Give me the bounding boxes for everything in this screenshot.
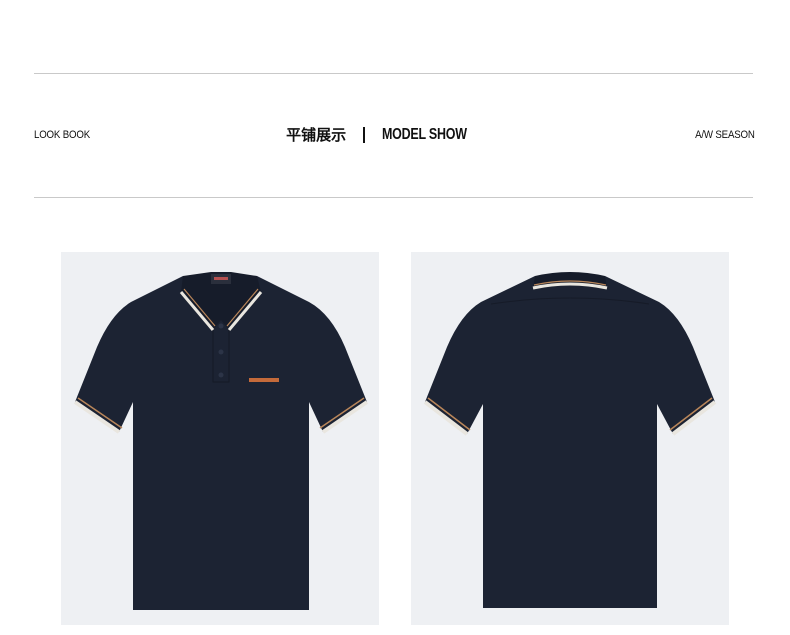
product-image-front bbox=[61, 252, 379, 625]
bottom-divider-line bbox=[34, 197, 753, 198]
section-title: 平铺展示 MODEL SHOW bbox=[0, 124, 790, 145]
product-image-back bbox=[411, 252, 729, 625]
section-title-en: MODEL SHOW bbox=[382, 125, 467, 143]
polo-back-illustration bbox=[423, 272, 717, 608]
polo-front-illustration bbox=[73, 272, 369, 610]
section-title-cn: 平铺展示 bbox=[286, 126, 347, 144]
season-label: A/W SEASON bbox=[695, 129, 755, 141]
title-separator bbox=[363, 126, 366, 143]
